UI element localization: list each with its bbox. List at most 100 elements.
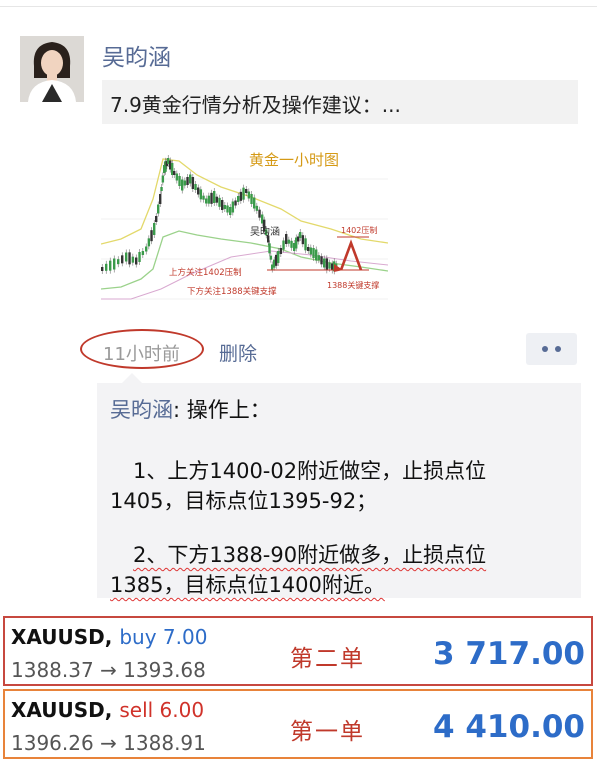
candle [191,177,195,189]
candle [279,248,283,254]
candle [178,176,181,186]
candle [210,192,213,204]
candle [277,251,280,263]
candle [135,257,138,265]
candle [328,262,331,269]
delete-button[interactable]: 删除 [219,339,257,366]
dot-icon [555,346,561,352]
candle [307,247,310,251]
candle [231,201,235,213]
comment-lead: : 操作上： [173,398,271,422]
comment-author[interactable]: 吴昀涵 [110,398,173,422]
candle [175,173,179,181]
comment-area: 吴昀涵: 操作上： 1、上方1400-02附近做空，止损点位 1405，目标点位… [97,383,581,598]
candle [268,243,271,254]
candle [323,258,326,268]
candle [113,258,116,270]
candle [197,187,200,195]
candle [161,175,165,183]
comment-header: 吴昀涵: 操作上： [110,394,271,424]
candle [253,197,256,209]
candle [269,255,273,260]
trade-profit: 4 410.00 [433,709,585,745]
candle [189,174,192,184]
candle [255,205,259,211]
trade-symbol: XAUUSD, [11,698,113,722]
comment-item2-line1: 2、下方1388-90附近做多，止损点位 [133,543,487,567]
order-label: 第二单 [290,646,365,672]
comment-item1-line2: 1405，目标点位1395-92； [110,489,378,513]
timestamp-highlight-circle [80,329,204,369]
candle [315,249,318,261]
candle [226,205,229,213]
candle [160,187,163,191]
candle [153,223,156,235]
trade-side: sell 6.00 [119,698,205,722]
candle [186,177,189,185]
candle [117,259,120,265]
candle [223,205,227,209]
candle [181,179,184,191]
support-label: 1388关键支撑 [327,280,379,290]
candle [242,187,245,200]
candle [202,195,205,200]
candle [258,209,261,218]
candle [213,191,216,203]
candle [145,246,148,252]
comment-pointer [122,373,142,383]
trade-row[interactable]: XAUUSD, sell 6.00 1396.26 → 1388.91 第一单 … [3,689,593,759]
avatar[interactable] [20,36,84,102]
lower-note: 下方关注1388关键支撑 [187,286,277,297]
candle [304,238,307,251]
candle [155,216,158,222]
candle [237,196,240,202]
candle [199,189,203,200]
trade-prices: 1396.26 → 1388.91 [11,731,206,755]
candle [320,256,323,265]
candle [173,171,176,175]
candle [309,247,313,255]
candle [317,255,321,261]
trade-symbol-line: XAUUSD, buy 7.00 [11,625,207,649]
candle [312,248,315,258]
candle [247,191,251,199]
comment-item2-line2: 1385，目标点位1400附近。 [110,573,385,597]
candle [131,256,135,263]
candle [239,191,243,201]
candle [301,235,305,245]
candle [125,252,128,262]
candle [285,234,288,244]
trade-symbol: XAUUSD, [11,625,113,649]
candle [138,252,141,262]
chart-watermark: 吴昀涵 [250,225,280,238]
candle [290,240,293,248]
trade-row[interactable]: XAUUSD, buy 7.00 1388.37 → 1393.68 第二单 3… [3,616,593,686]
trade-symbol-line: XAUUSD, sell 6.00 [11,698,204,722]
post-author-name[interactable]: 吴昀涵 [102,38,171,72]
gold-hourly-chart: 黄金一小时图 吴昀涵 1402压制 1388关键支撑 上方关注1402压制 下方… [101,139,388,317]
candle [157,204,160,214]
candle [141,251,145,255]
candle [105,263,108,271]
link-title: 7.9黄金行情分析及操作建议：... [110,93,401,117]
candle [218,197,221,207]
post-chart-image[interactable]: 黄金一小时图 吴昀涵 1402压制 1388关键支撑 上方关注1402压制 下方… [101,139,388,317]
candle [109,260,112,271]
more-options-button[interactable] [526,333,577,365]
candle [325,258,329,271]
candle [299,232,302,238]
shared-link-card[interactable]: 7.9黄金行情分析及操作建议：... [102,80,578,124]
candle [183,180,187,186]
candle [128,252,131,265]
candle [101,267,104,271]
candle [194,184,197,190]
candle [221,200,224,210]
top-divider [0,6,597,7]
candle [215,196,219,203]
trade-profit: 3 717.00 [433,636,585,672]
candle [282,240,285,250]
candle [159,194,162,204]
avatar-photo [20,36,84,102]
chart-title: 黄金一小时图 [249,151,339,169]
candle [147,238,151,247]
